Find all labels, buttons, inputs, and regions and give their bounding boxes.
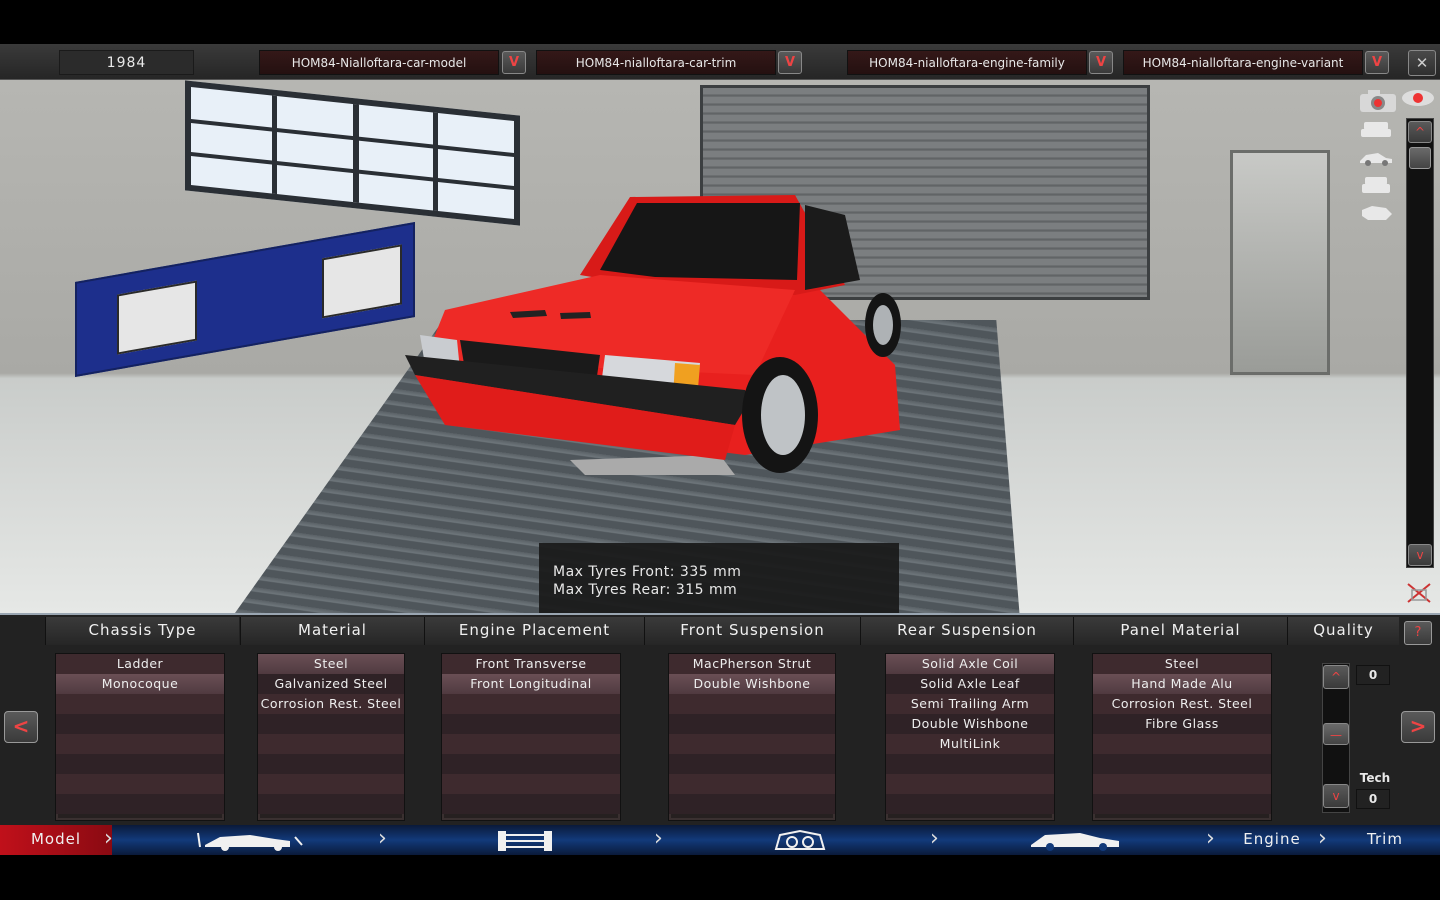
tech-value: 0 <box>1356 789 1390 809</box>
chassis-type-list: Ladder Monocoque <box>55 653 225 821</box>
camera-icon[interactable] <box>1358 88 1398 114</box>
zoom-down-button[interactable]: v <box>1408 544 1432 566</box>
chassis-options-panel: < > Chassis Type Ladder Monocoque Materi… <box>0 613 1440 825</box>
year-display: 1984 <box>59 50 194 75</box>
quality-slider-thumb[interactable]: — <box>1323 723 1349 745</box>
prev-page-button[interactable]: < <box>4 711 38 743</box>
zoom-scroll-thumb[interactable] <box>1409 147 1431 169</box>
list-item[interactable]: Monocoque <box>56 674 224 694</box>
list-item[interactable]: MultiLink <box>886 734 1054 754</box>
tab-suspension[interactable] <box>490 825 560 855</box>
engine-variant-select[interactable]: HOM84-nialloftara-engine-variant <box>1123 50 1363 75</box>
quality-up-button[interactable]: ^ <box>1323 665 1349 689</box>
list-item[interactable]: Galvanized Steel <box>258 674 404 694</box>
engine-variant-dropdown-button[interactable]: V <box>1365 51 1389 74</box>
car-top-view-icon[interactable] <box>1358 202 1394 224</box>
lock-icon[interactable] <box>1404 580 1434 606</box>
panel-material-list: Steel Hand Made Alu Corrosion Rest. Stee… <box>1092 653 1272 821</box>
list-item[interactable]: Front Longitudinal <box>442 674 620 694</box>
car-trim-dropdown-button[interactable]: V <box>778 51 802 74</box>
design-stage-tabs: Model › › › › › Engine › Trim <box>0 825 1440 855</box>
tab-front-body[interactable] <box>770 825 830 855</box>
rear-suspension-header: Rear Suspension <box>860 617 1073 645</box>
car-model-dropdown-button[interactable]: V <box>502 51 526 74</box>
side-door <box>1230 150 1330 375</box>
chevron-right-icon: › <box>930 826 939 851</box>
help-button[interactable]: ? <box>1404 621 1432 645</box>
list-item[interactable]: Corrosion Rest. Steel <box>258 694 404 714</box>
material-list: Steel Galvanized Steel Corrosion Rest. S… <box>257 653 405 821</box>
panel-material-header: Panel Material <box>1073 617 1287 645</box>
tyre-info-tooltip: Max Tyres Front: 335 mm Max Tyres Rear: … <box>539 543 899 613</box>
list-item[interactable]: Double Wishbone <box>669 674 835 694</box>
car-model-select[interactable]: HOM84-Nialloftara-car-model <box>259 50 499 75</box>
list-item[interactable]: Solid Axle Coil <box>886 654 1054 674</box>
engine-family-dropdown-button[interactable]: V <box>1089 51 1113 74</box>
camera-zoom-scrollbar[interactable]: ^ v <box>1406 118 1434 568</box>
tab-trim[interactable]: Trim <box>1350 825 1420 855</box>
chevron-right-icon: › <box>654 826 663 851</box>
next-page-button[interactable]: > <box>1401 711 1435 743</box>
tab-body[interactable] <box>1025 825 1125 855</box>
engine-family-select[interactable]: HOM84-nialloftara-engine-family <box>847 50 1087 75</box>
close-button[interactable]: ✕ <box>1408 50 1436 76</box>
list-item[interactable]: Semi Trailing Arm <box>886 694 1054 714</box>
list-item[interactable]: Solid Axle Leaf <box>886 674 1054 694</box>
car-front-view-icon[interactable] <box>1358 118 1394 140</box>
workbench <box>75 222 415 377</box>
car-side-view-icon[interactable] <box>1358 146 1394 168</box>
chevron-right-icon: › <box>1318 826 1327 851</box>
list-item[interactable]: Double Wishbone <box>886 714 1054 734</box>
material-header: Material <box>240 617 424 645</box>
tab-engine[interactable]: Engine <box>1232 825 1312 855</box>
list-item[interactable]: Steel <box>258 654 404 674</box>
list-item[interactable]: Ladder <box>56 654 224 674</box>
engine-placement-list: Front Transverse Front Longitudinal <box>441 653 621 821</box>
list-item[interactable]: Front Transverse <box>442 654 620 674</box>
list-item[interactable]: MacPherson Strut <box>669 654 835 674</box>
tech-label: Tech <box>1359 771 1391 785</box>
car-model-3d[interactable] <box>405 185 905 475</box>
car-trim-select[interactable]: HOM84-nialloftara-car-trim <box>536 50 776 75</box>
car-rear-view-icon[interactable] <box>1358 174 1394 196</box>
chevron-right-icon: › <box>1206 826 1215 851</box>
max-tyres-rear-text: Max Tyres Rear: 315 mm <box>553 582 738 598</box>
chevron-right-icon: › <box>378 826 387 851</box>
front-suspension-list: MacPherson Strut Double Wishbone <box>668 653 836 821</box>
list-item[interactable]: Corrosion Rest. Steel <box>1093 694 1271 714</box>
list-item[interactable]: Steel <box>1093 654 1271 674</box>
zoom-up-button[interactable]: ^ <box>1408 121 1432 143</box>
tab-chassis[interactable] <box>190 825 310 855</box>
list-item[interactable]: Fibre Glass <box>1093 714 1271 734</box>
chassis-type-header: Chassis Type <box>45 617 239 645</box>
tab-model[interactable]: Model <box>0 825 112 855</box>
max-tyres-front-text: Max Tyres Front: 335 mm <box>553 564 742 580</box>
quality-value: 0 <box>1356 665 1390 685</box>
quality-header: Quality <box>1287 617 1399 645</box>
eye-icon[interactable] <box>1400 88 1436 108</box>
garage-viewport[interactable]: Max Tyres Front: 335 mm Max Tyres Rear: … <box>0 80 1440 613</box>
chevron-right-icon: › <box>104 826 113 851</box>
rear-suspension-list: Solid Axle Coil Solid Axle Leaf Semi Tra… <box>885 653 1055 821</box>
quality-down-button[interactable]: v <box>1323 784 1349 808</box>
list-item[interactable]: Hand Made Alu <box>1093 674 1271 694</box>
top-bar: 1984 HOM84-Nialloftara-car-model V HOM84… <box>0 44 1440 80</box>
engine-placement-header: Engine Placement <box>424 617 644 645</box>
front-suspension-header: Front Suspension <box>644 617 860 645</box>
